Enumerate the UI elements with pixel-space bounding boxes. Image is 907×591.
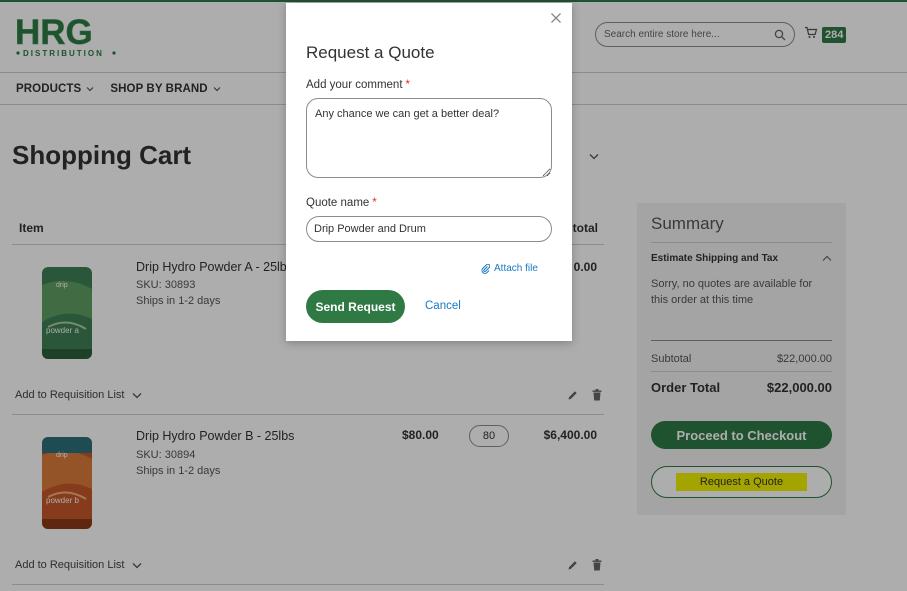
close-icon[interactable] bbox=[550, 11, 562, 23]
quote-name-field-label: Quote name * bbox=[306, 197, 377, 209]
comment-label-text: Add your comment bbox=[306, 79, 403, 91]
quote-name-label-text: Quote name bbox=[306, 197, 370, 209]
attach-file-label: Attach file bbox=[494, 263, 538, 274]
comment-textarea[interactable]: Any chance we can get a better deal? bbox=[306, 98, 552, 178]
comment-field-label: Add your comment * bbox=[306, 79, 410, 91]
modal-title: Request a Quote bbox=[306, 43, 435, 62]
required-asterisk: * bbox=[372, 197, 377, 209]
send-request-button[interactable]: Send Request bbox=[306, 290, 405, 323]
attach-file-link[interactable]: Attach file bbox=[481, 263, 538, 274]
required-asterisk: * bbox=[405, 79, 410, 91]
request-quote-modal: Request a Quote Add your comment * Any ch… bbox=[286, 3, 572, 341]
cancel-link[interactable]: Cancel bbox=[425, 300, 461, 312]
quote-name-input[interactable] bbox=[306, 216, 552, 242]
paperclip-icon bbox=[481, 263, 490, 274]
